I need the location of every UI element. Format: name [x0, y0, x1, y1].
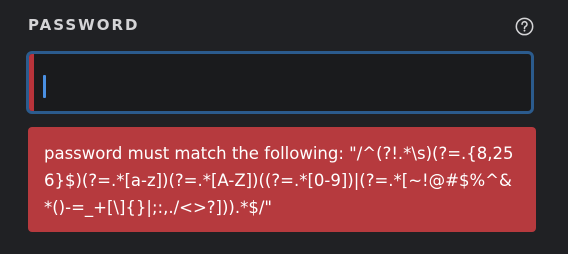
validation-error-message: password must match the following: "/^(?… [28, 127, 536, 232]
password-label: PASSWORD [28, 16, 140, 34]
password-input-wrapper[interactable] [26, 51, 534, 114]
error-message-text: password must match the following: "/^(?… [44, 144, 514, 217]
text-cursor [43, 75, 46, 98]
question-circle-icon[interactable] [515, 17, 534, 36]
password-input[interactable] [34, 54, 531, 111]
